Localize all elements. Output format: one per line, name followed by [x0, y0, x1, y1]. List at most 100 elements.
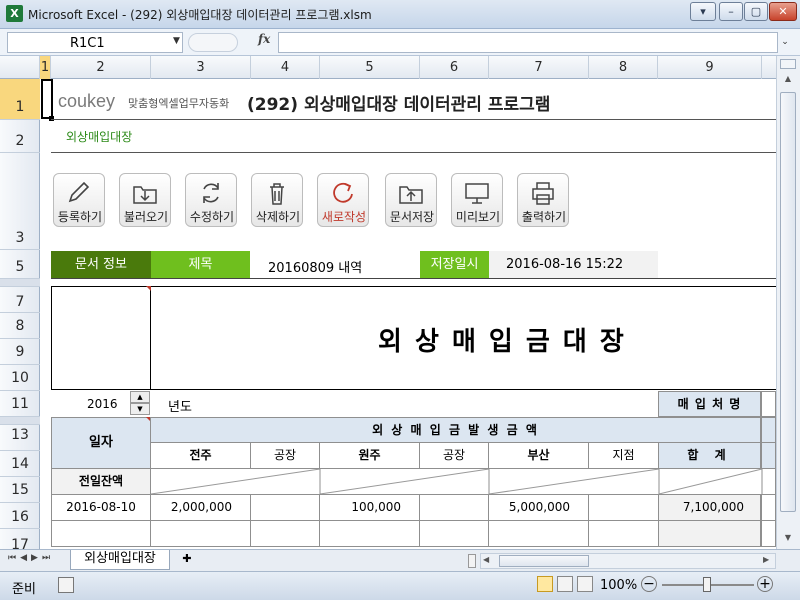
- load-button[interactable]: 불러오기: [119, 173, 171, 227]
- data-row-total[interactable]: 7,100,000: [658, 494, 761, 521]
- row-header-3[interactable]: 3: [0, 153, 40, 250]
- year-down-icon[interactable]: ▼: [130, 403, 150, 415]
- name-box[interactable]: R1C1 ▼: [7, 32, 183, 53]
- page-title: (292) 외상매입대장 데이터관리 프로그램: [247, 95, 551, 115]
- empty-row-cell[interactable]: [150, 520, 251, 547]
- excel-app-icon[interactable]: X: [6, 5, 23, 22]
- scroll-left-icon[interactable]: ◀: [483, 555, 489, 564]
- preview-button[interactable]: 미리보기: [451, 173, 503, 227]
- macro-record-icon[interactable]: [58, 577, 74, 593]
- row-header-8[interactable]: 8: [0, 313, 40, 339]
- column-header-9[interactable]: 9: [658, 56, 762, 79]
- register-button[interactable]: 등록하기: [53, 173, 105, 227]
- row-header-1[interactable]: 1: [0, 79, 40, 120]
- tab-split-handle[interactable]: [468, 554, 476, 568]
- empty-row-cell[interactable]: [588, 520, 659, 547]
- empty-row-cell[interactable]: [488, 520, 589, 547]
- empty-row-total[interactable]: [658, 520, 761, 547]
- vertical-scroll-thumb[interactable]: [780, 92, 796, 512]
- save-document-button[interactable]: 문서저장: [385, 173, 437, 227]
- doc-info-label: 문서 정보: [51, 251, 151, 278]
- doc-title-value[interactable]: 20160809 내역: [268, 257, 362, 276]
- normal-view-icon[interactable]: [537, 576, 553, 592]
- data-row-branch[interactable]: [588, 494, 659, 521]
- comment-indicator: [146, 286, 151, 291]
- window-menu-icon[interactable]: ▾: [690, 2, 716, 21]
- scroll-down-icon[interactable]: ▼: [780, 533, 796, 547]
- edit-button[interactable]: 수정하기: [185, 173, 237, 227]
- column-header-8[interactable]: 8: [589, 56, 658, 79]
- data-row-jeonju[interactable]: 2,000,000: [150, 494, 251, 521]
- ledger-box-divider: [150, 286, 151, 390]
- close-icon[interactable]: ✕: [769, 2, 797, 21]
- column-header-1[interactable]: 1: [40, 56, 51, 79]
- row-header-11[interactable]: 11: [0, 391, 40, 417]
- horizontal-scrollbar[interactable]: ◀ ▶: [480, 553, 776, 569]
- data-row-factory-1[interactable]: [250, 494, 320, 521]
- vertical-scrollbar[interactable]: ▲ ▼: [776, 56, 800, 549]
- save-document-button-label: 문서저장: [389, 210, 435, 224]
- refresh-icon: [203, 183, 219, 203]
- row-header-16[interactable]: 16: [0, 503, 40, 529]
- print-button[interactable]: 출력하기: [517, 173, 569, 227]
- minimize-icon[interactable]: –: [719, 2, 743, 21]
- row-header-7[interactable]: 7: [0, 287, 40, 313]
- page-layout-view-icon[interactable]: [557, 576, 573, 592]
- column-header-6[interactable]: 6: [420, 56, 489, 79]
- insert-function-icon[interactable]: fx: [258, 32, 270, 46]
- select-all-corner[interactable]: [0, 56, 40, 79]
- docinfo-divider: [51, 278, 776, 279]
- maximize-icon[interactable]: ▢: [744, 2, 768, 21]
- row-header-2[interactable]: 2: [0, 120, 40, 153]
- data-row-date[interactable]: 2016-08-10: [51, 494, 151, 521]
- formula-bar-resize-handle[interactable]: [188, 33, 238, 52]
- data-row-busan[interactable]: 5,000,000: [488, 494, 589, 521]
- preview-button-label: 미리보기: [455, 210, 501, 224]
- sheet-grid[interactable]: coukey 맞춤형엑셀업무자동화 (292) 외상매입대장 데이터관리 프로그…: [40, 79, 776, 549]
- column-header-7[interactable]: 7: [489, 56, 589, 79]
- row-header-9[interactable]: 9: [0, 339, 40, 365]
- row-header-15[interactable]: 15: [0, 477, 40, 503]
- year-up-icon[interactable]: ▲: [130, 391, 150, 403]
- year-value[interactable]: 2016: [87, 397, 118, 411]
- zoom-level[interactable]: 100%: [600, 578, 637, 593]
- expand-formula-bar-icon[interactable]: ⌄: [778, 32, 792, 53]
- insert-sheet-icon[interactable]: ✚: [176, 552, 198, 568]
- header-divider: [51, 119, 776, 120]
- chevron-down-icon[interactable]: ▼: [173, 36, 180, 46]
- column-header-3[interactable]: 3: [151, 56, 251, 79]
- delete-button[interactable]: 삭제하기: [251, 173, 303, 227]
- zoom-in-icon[interactable]: +: [757, 576, 773, 592]
- page-break-view-icon[interactable]: [577, 576, 593, 592]
- zoom-slider-thumb[interactable]: [703, 577, 711, 592]
- empty-row-cell[interactable]: [319, 520, 420, 547]
- tab-scroll-arrows-icon[interactable]: ⏮◀▶⏭: [8, 553, 54, 563]
- new-document-button[interactable]: 새로작성: [317, 173, 369, 227]
- empty-row-cell[interactable]: [51, 520, 151, 547]
- formula-input[interactable]: [278, 32, 778, 53]
- row-header-14[interactable]: 14: [0, 451, 40, 477]
- split-box[interactable]: [780, 59, 796, 69]
- row-header-10[interactable]: 10: [0, 365, 40, 391]
- empty-row-cell[interactable]: [250, 520, 320, 547]
- sheet-tab-ledger[interactable]: 외상매입대장: [70, 550, 170, 570]
- empty-row-cell[interactable]: [419, 520, 489, 547]
- vendor-value-cell[interactable]: [761, 391, 776, 417]
- horizontal-scroll-thumb[interactable]: [499, 555, 589, 567]
- data-row-wonju[interactable]: 100,000: [319, 494, 420, 521]
- empty-row-cell[interactable]: [761, 520, 776, 547]
- window-title: Microsoft Excel - (292) 외상매입대장 데이터관리 프로그…: [28, 8, 372, 22]
- scroll-right-icon[interactable]: ▶: [763, 555, 769, 564]
- row-header-13[interactable]: 13: [0, 425, 40, 451]
- column-header-2[interactable]: 2: [51, 56, 151, 79]
- active-cell[interactable]: [41, 79, 53, 119]
- sub-header-busan: 부산: [488, 442, 589, 469]
- scroll-up-icon[interactable]: ▲: [780, 74, 796, 88]
- occurrence-header: 외 상 매 입 금 발 생 금 액: [150, 417, 761, 443]
- data-row-overflow[interactable]: [761, 494, 776, 521]
- row-header-5[interactable]: 5: [0, 250, 40, 279]
- column-header-4[interactable]: 4: [251, 56, 320, 79]
- data-row-factory-2[interactable]: [419, 494, 489, 521]
- zoom-out-icon[interactable]: −: [641, 576, 657, 592]
- column-header-5[interactable]: 5: [320, 56, 420, 79]
